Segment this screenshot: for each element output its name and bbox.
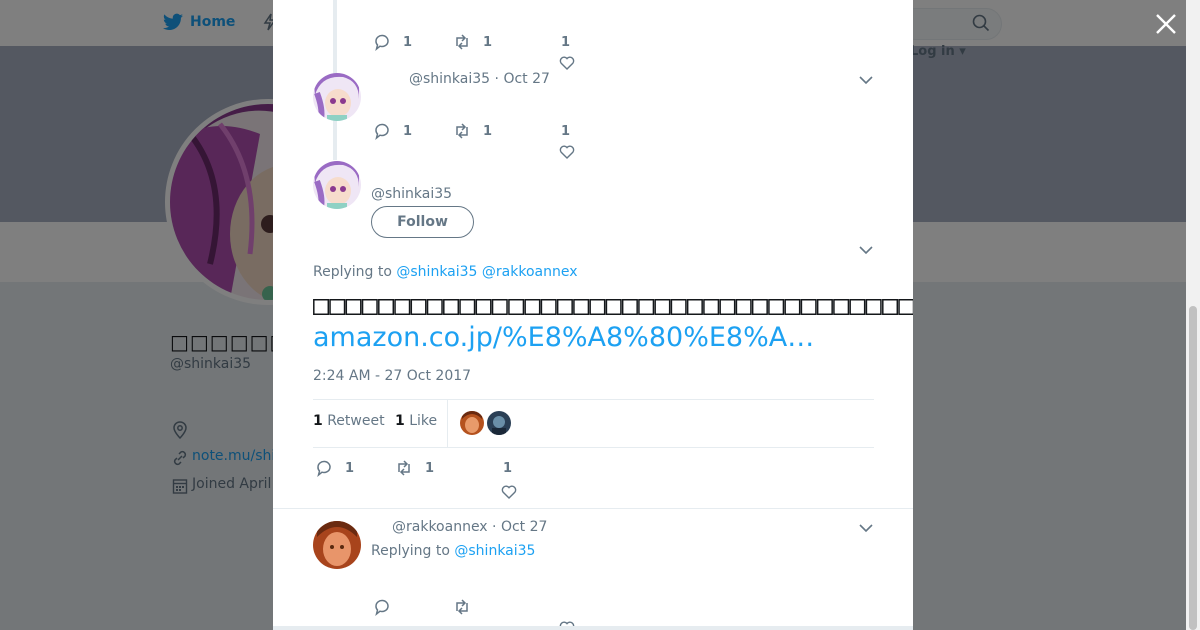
modal-bottom-border [273,626,913,630]
reply-button[interactable] [373,598,403,616]
tweet-timestamp: 2:24 AM - 27 Oct 2017 [313,368,472,384]
chevron-down-icon[interactable] [859,523,873,533]
section-divider [273,508,913,509]
liker-avatar[interactable] [460,411,484,435]
heart-icon[interactable] [559,144,575,160]
reply-icon [317,460,331,477]
retweet-button[interactable]: 1 [453,122,492,140]
retweet-button[interactable] [453,598,483,616]
tweet-author-handle[interactable]: @shinkai35 [371,186,452,202]
retweet-button[interactable]: 1 [395,459,434,477]
retweet-count: 1 [483,123,493,139]
mention-link[interactable]: @rakkoannex [482,264,578,280]
tweet-handle[interactable]: @rakkoannex [392,519,488,535]
retweet-icon [456,34,468,50]
avatar[interactable] [313,73,361,121]
tweet-date[interactable]: Oct 27 [501,519,547,535]
tweet-header: @shinkai35 · Oct 27 [409,71,550,87]
tweet-date[interactable]: Oct 27 [503,71,549,87]
like-stat[interactable]: 1 Like [395,413,437,429]
tweet-url-link[interactable]: amazon.co.jp/%E8%A8%80%E8%A… [313,322,814,353]
heart-icon[interactable] [501,484,517,500]
replying-to-label: Replying to [371,543,450,559]
replying-to-line: Replying to @shinkai35 [371,543,535,559]
tweet-header: @rakkoannex · Oct 27 [392,519,548,535]
reply-count: 1 [403,123,413,139]
reply-button[interactable]: 1 [315,459,354,477]
like-count: 1 [503,461,513,476]
reply-count: 1 [403,34,413,50]
liker-avatar[interactable] [487,411,511,435]
retweet-button[interactable]: 1 [453,33,492,51]
retweet-count: 1 [483,34,493,50]
retweet-icon [456,123,468,139]
retweet-stat[interactable]: 1 Retweet [313,413,385,429]
retweet-count: 1 [425,460,435,476]
like-stat-count: 1 [395,413,405,429]
follow-button[interactable]: Follow [371,206,474,238]
scrollbar-thumb[interactable] [1189,306,1197,630]
like-count: 1 [561,35,571,50]
retweet-icon [398,460,410,476]
tweet-permalink-modal: 1 1 1 @shinkai35 · Oct 27 1 1 1 @shinkai… [273,0,913,630]
avatar[interactable] [313,161,361,209]
reply-count: 1 [345,460,355,476]
like-stat-label: Like [409,413,438,429]
like-count: 1 [561,124,571,139]
retweet-stat-count: 1 [313,413,323,429]
tweet-handle[interactable]: @shinkai35 [409,71,490,87]
chevron-down-icon[interactable] [859,245,873,255]
stat-divider [447,400,448,447]
heart-icon[interactable] [559,55,575,71]
reply-icon [375,34,389,51]
tweet-text: □□□□□□□□□□□□□□□□□□□□□□□□□□□□□□□□□□□□□□□□… [313,290,913,321]
reply-icon [375,123,389,140]
reply-button[interactable]: 1 [373,122,412,140]
retweet-stat-label: Retweet [327,413,385,429]
replying-to-label: Replying to [313,264,392,280]
chevron-down-icon[interactable] [859,75,873,85]
avatar[interactable] [313,521,361,569]
retweet-icon [456,599,468,615]
reply-button[interactable]: 1 [373,33,412,51]
mention-link[interactable]: @shinkai35 [454,543,535,559]
reply-icon [375,599,389,616]
replying-to-line: Replying to @shinkai35 @rakkoannex [313,264,578,280]
close-icon[interactable] [1154,12,1178,36]
tweet-stats: 1 Retweet 1 Like [313,399,874,448]
mention-link[interactable]: @shinkai35 [396,264,477,280]
